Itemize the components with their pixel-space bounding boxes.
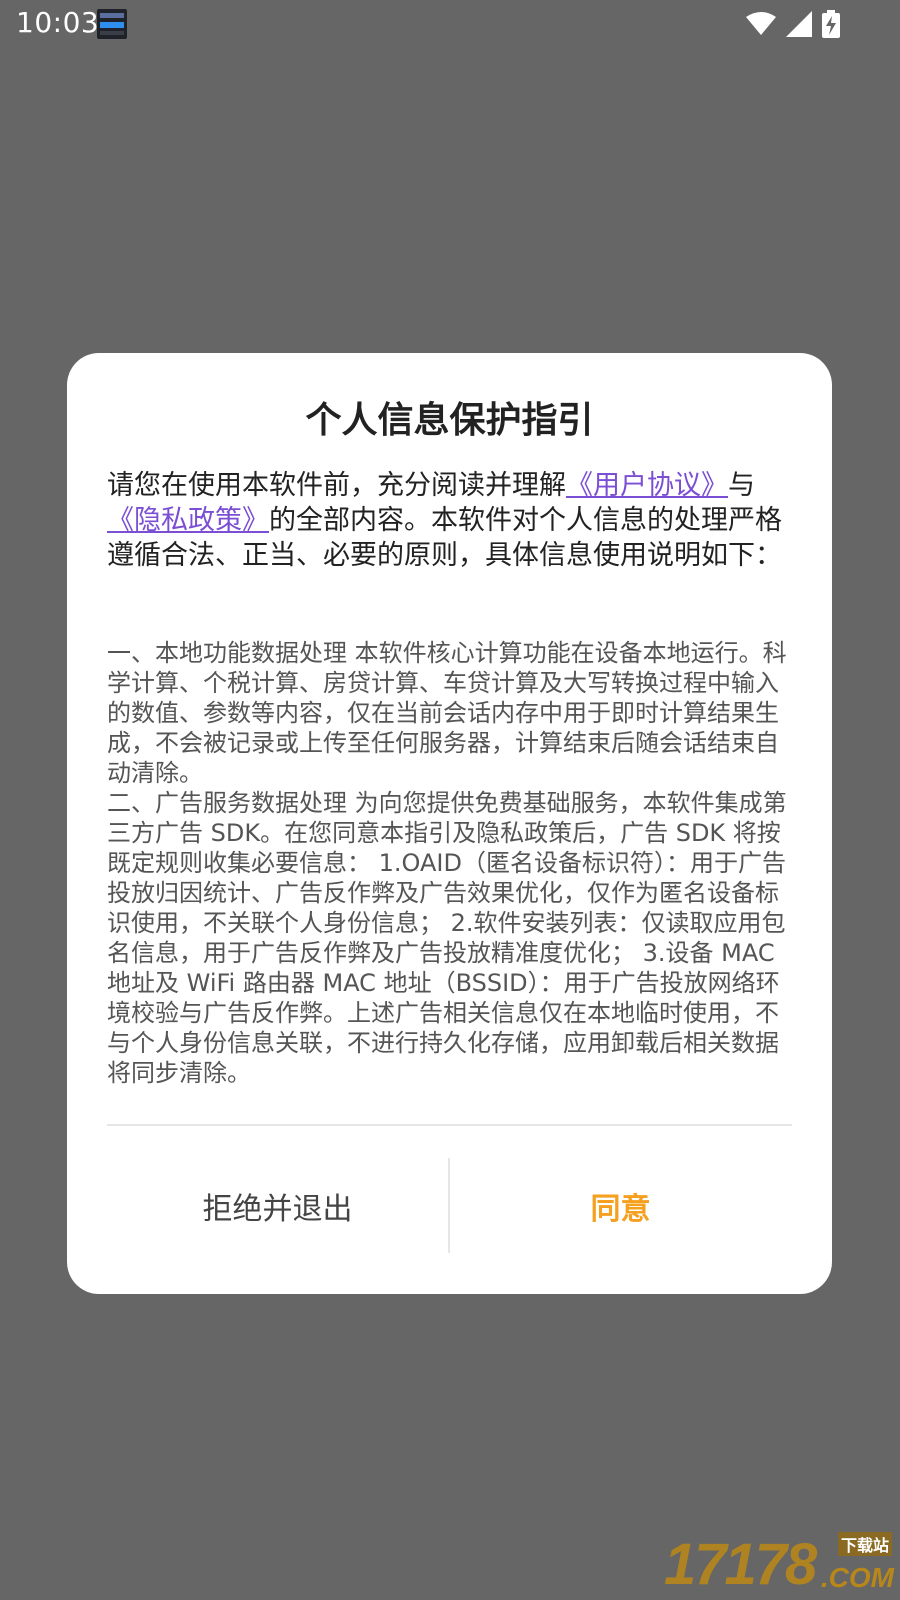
privacy-policy-link[interactable]: 《隐私政策》 — [107, 505, 269, 536]
privacy-dialog: 个人信息保护指引 请您在使用本软件前，充分阅读并理解《用户协议》与《隐私政策》的… — [67, 353, 832, 1294]
intro-and: 与 — [728, 470, 755, 501]
wifi-icon — [746, 12, 776, 35]
status-time: 10:03 — [16, 6, 100, 39]
user-agreement-link[interactable]: 《用户协议》 — [566, 470, 728, 501]
battery-charging-icon — [822, 10, 840, 38]
system-icons — [746, 10, 840, 38]
calculator-app-notification-icon — [97, 9, 127, 39]
dialog-title: 个人信息保护指引 — [305, 400, 594, 441]
watermark-domain: .COM — [820, 1562, 894, 1593]
cellular-signal-icon — [786, 11, 812, 37]
section-ad-data: 二、广告服务数据处理 为向您提供免费基础服务，本软件集成第三方广告 SDK。在您… — [107, 789, 787, 1087]
divider — [107, 1124, 792, 1126]
intro-before: 请您在使用本软件前，充分阅读并理解 — [107, 470, 566, 501]
section-local-data: 一、本地功能数据处理 本软件核心计算功能在设备本地运行。科学计算、个税计算、房贷… — [107, 639, 787, 787]
reject-and-exit-button[interactable]: 拒绝并退出 — [107, 1158, 448, 1253]
detail-text: 一、本地功能数据处理 本软件核心计算功能在设备本地运行。科学计算、个税计算、房贷… — [107, 638, 792, 1088]
status-bar: 10:03 — [0, 0, 900, 48]
watermark-number: 17178 — [664, 1532, 817, 1597]
site-watermark-logo: 17178 下载站 .COM — [664, 1532, 894, 1598]
agree-button[interactable]: 同意 — [450, 1158, 791, 1253]
intro-text: 请您在使用本软件前，充分阅读并理解《用户协议》与《隐私政策》的全部内容。本软件对… — [107, 468, 792, 573]
watermark-download-label: 下载站 — [837, 1532, 892, 1556]
